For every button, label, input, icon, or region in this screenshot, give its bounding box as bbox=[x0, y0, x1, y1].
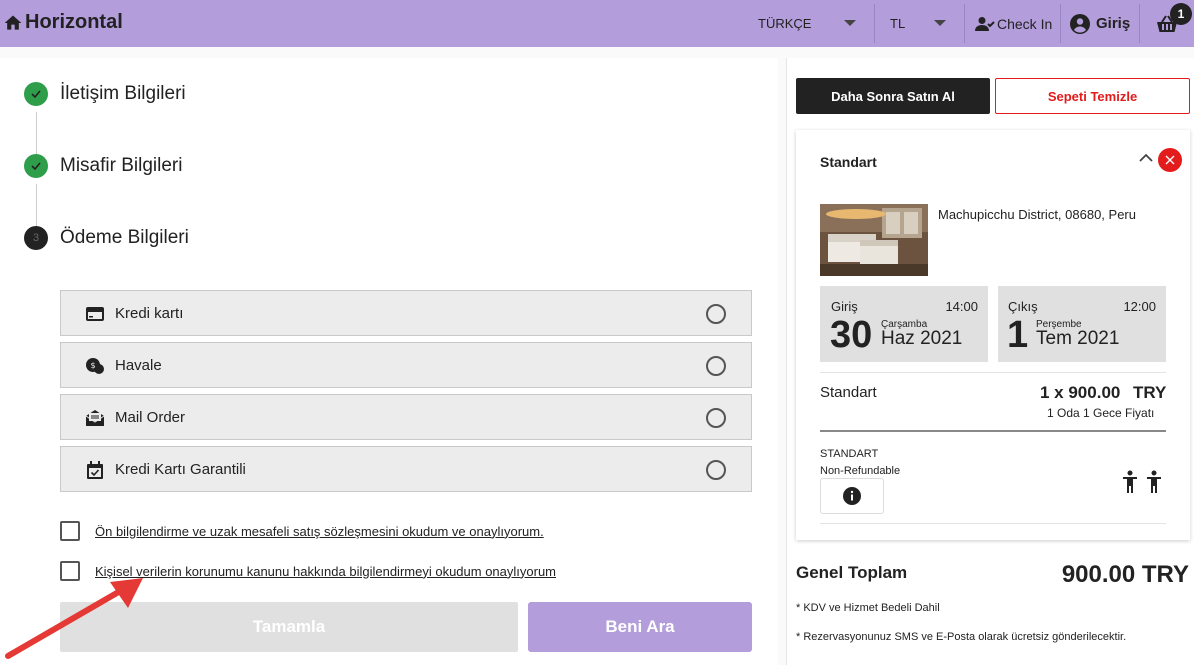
payment-option-mail-order[interactable]: Mail Order bbox=[60, 394, 752, 440]
checkin-link[interactable]: Check In bbox=[975, 0, 1052, 47]
top-navbar: Horizontal TÜRKÇE TL Check In Giriş 1 bbox=[0, 0, 1194, 47]
checkin-time: 14:00 bbox=[945, 299, 978, 314]
payment-option-guaranteed-card[interactable]: Kredi Kartı Garantili bbox=[60, 446, 752, 492]
checkout-date-box: Çıkış 12:00 1 Perşembe Tem 2021 bbox=[998, 286, 1166, 362]
divider bbox=[820, 523, 1166, 524]
account-circle-icon bbox=[1070, 13, 1090, 34]
checkout-label: Çıkış bbox=[1008, 299, 1038, 314]
grand-total-label: Genel Toplam bbox=[796, 563, 908, 582]
chevron-down-icon bbox=[934, 20, 946, 26]
chevron-up-icon[interactable] bbox=[1138, 152, 1154, 164]
room-price: 1 x 900.00 bbox=[1040, 383, 1121, 402]
payment-option-label: Kredi kartı bbox=[115, 305, 184, 322]
annotation-arrow bbox=[5, 578, 143, 659]
currency-select[interactable]: TL bbox=[890, 0, 952, 47]
step-connector bbox=[36, 184, 37, 228]
calendar-check-icon bbox=[87, 461, 103, 479]
checkin-day: 30 bbox=[830, 314, 873, 356]
home-icon bbox=[4, 15, 22, 30]
language-select[interactable]: TÜRKÇE bbox=[758, 0, 862, 47]
checkout-time: 12:00 bbox=[1123, 299, 1156, 314]
divider bbox=[1060, 4, 1061, 43]
step-connector bbox=[36, 112, 37, 156]
remove-item-button[interactable] bbox=[1158, 148, 1182, 172]
payment-option-label: Kredi Kartı Garantili bbox=[115, 461, 246, 478]
tax-note: * KDV ve Hizmet Bedeli Dahil bbox=[796, 602, 940, 614]
payment-option-label: Havale bbox=[115, 357, 162, 374]
payment-radio[interactable] bbox=[706, 304, 726, 324]
rate-policy: Non-Refundable bbox=[820, 465, 901, 477]
step-label: Ödeme Bilgileri bbox=[60, 227, 189, 248]
step-done-circle bbox=[24, 154, 48, 178]
clear-cart-button[interactable]: Sepeti Temizle bbox=[995, 78, 1190, 114]
step-number-circle: 3 bbox=[24, 226, 48, 250]
payment-radio[interactable] bbox=[706, 356, 726, 376]
rate-info-button[interactable] bbox=[820, 478, 884, 514]
checkin-label: Giriş bbox=[831, 299, 858, 314]
divider bbox=[874, 4, 875, 43]
transfer-icon: $ bbox=[86, 358, 104, 374]
room-price-currency: TRY bbox=[1133, 383, 1167, 402]
language-value: TÜRKÇE bbox=[758, 16, 812, 31]
agreement-checkbox[interactable] bbox=[60, 521, 80, 541]
call-me-button[interactable]: Beni Ara bbox=[528, 602, 752, 652]
step-label: İletişim Bilgileri bbox=[60, 83, 186, 104]
hotel-address: Machupicchu District, 08680, Peru bbox=[938, 207, 1136, 222]
divider bbox=[820, 430, 1166, 432]
payment-option-credit-card[interactable]: Kredi kartı bbox=[60, 290, 752, 336]
agreement-link[interactable]: Kişisel verilerin korunumu kanunu hakkın… bbox=[95, 564, 556, 579]
checkin-label: Check In bbox=[997, 15, 1053, 32]
check-icon bbox=[31, 90, 41, 99]
two-adults-icon bbox=[1123, 470, 1161, 493]
info-icon bbox=[843, 487, 861, 505]
currency-value: TL bbox=[890, 16, 906, 31]
room-photo bbox=[820, 204, 928, 276]
price-note: 1 Oda 1 Gece Fiyatı bbox=[1047, 406, 1155, 420]
payment-radio[interactable] bbox=[706, 408, 726, 428]
step-done-circle bbox=[24, 82, 48, 106]
brand-logo[interactable]: Horizontal bbox=[3, 11, 123, 34]
step-contact[interactable]: İletişim Bilgileri bbox=[24, 82, 186, 106]
agreement-distance-sales[interactable]: Ön bilgilendirme ve uzak mesafeli satış … bbox=[60, 521, 544, 541]
step-guest[interactable]: Misafir Bilgileri bbox=[24, 154, 182, 178]
rate-code: STANDART bbox=[820, 448, 879, 460]
payment-option-label: Mail Order bbox=[115, 409, 186, 426]
checkout-month-year: Tem 2021 bbox=[1036, 328, 1120, 349]
room-name: Standart bbox=[820, 384, 877, 401]
payment-radio[interactable] bbox=[706, 460, 726, 480]
agreement-link[interactable]: Ön bilgilendirme ve uzak mesafeli satış … bbox=[95, 524, 544, 539]
divider bbox=[1139, 4, 1140, 43]
brand-name: Horizontal bbox=[25, 11, 123, 33]
step-label: Misafir Bilgileri bbox=[60, 155, 183, 176]
step-payment[interactable]: 3 Ödeme Bilgileri bbox=[24, 226, 189, 250]
checkin-month-year: Haz 2021 bbox=[881, 328, 963, 349]
payment-option-transfer[interactable]: $ Havale bbox=[60, 342, 752, 388]
mail-icon bbox=[85, 410, 105, 426]
svg-text:$: $ bbox=[90, 361, 95, 370]
login-link[interactable]: Giriş bbox=[1070, 0, 1130, 47]
checkin-date-box: Giriş 14:00 30 Çarşamba Haz 2021 bbox=[820, 286, 988, 362]
cart-count-badge: 1 bbox=[1170, 3, 1192, 25]
close-icon bbox=[1165, 155, 1175, 165]
credit-card-icon bbox=[86, 307, 104, 321]
check-icon bbox=[31, 162, 41, 171]
notification-note: * Rezervasyonunuz SMS ve E-Posta olarak … bbox=[796, 631, 1127, 643]
grand-total-amount: 900.00 TRY bbox=[1061, 561, 1189, 588]
login-label: Giriş bbox=[1096, 15, 1131, 32]
room-title: Standart bbox=[820, 154, 877, 170]
divider bbox=[964, 4, 965, 43]
checkout-day: 1 bbox=[1007, 314, 1029, 356]
chevron-down-icon bbox=[844, 20, 856, 26]
buy-later-button[interactable]: Daha Sonra Satın Al bbox=[796, 78, 990, 114]
divider bbox=[820, 372, 1166, 373]
user-check-icon bbox=[975, 16, 995, 31]
